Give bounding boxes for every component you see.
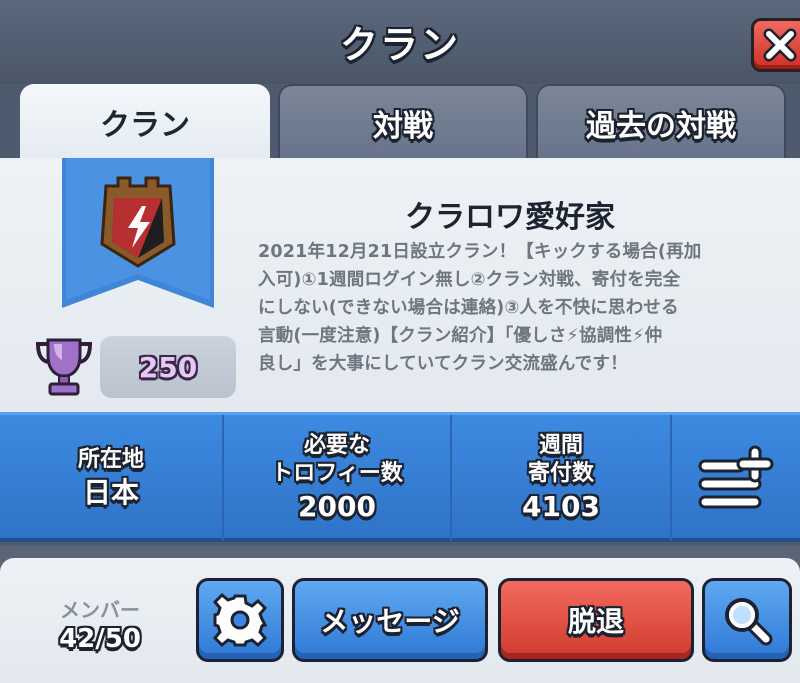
tab-battle[interactable]: 対戦 [278, 84, 528, 160]
settings-button[interactable] [196, 578, 284, 662]
tab-clan[interactable]: クラン [20, 84, 270, 160]
tab-battle-label: 対戦 [373, 109, 433, 144]
header-bar: クラン [0, 0, 800, 84]
message-button[interactable]: メッセージ [292, 578, 488, 662]
stat-location-label: 所在地 [77, 447, 144, 472]
page-title: クラン [339, 23, 460, 67]
members-count: 42/50 [59, 624, 141, 654]
search-button[interactable] [702, 578, 792, 662]
tab-past-battles[interactable]: 過去の対戦 [536, 84, 786, 160]
trophy-count-box: 250 [100, 336, 236, 398]
bottom-bar: メンバー 42/50 メッセージ 脱退 [0, 546, 800, 683]
stat-weekly-donations: 週間 寄付数 4103 [452, 415, 672, 541]
trophy-count: 250 [138, 350, 198, 384]
members-label: メンバー [60, 598, 140, 622]
gear-icon [212, 592, 268, 648]
stat-weekly-donations-label: 週間 寄付数 [527, 433, 594, 486]
close-icon [763, 28, 797, 62]
tab-past-battles-label: 過去の対戦 [586, 109, 736, 144]
stat-required-trophies-value: 2000 [298, 490, 376, 523]
stat-location-value: 日本 [82, 476, 139, 509]
clan-name: クラロワ愛好家 [405, 200, 615, 235]
close-button[interactable] [751, 18, 800, 72]
clan-badge-icon [62, 158, 214, 308]
stat-required-trophies-label: 必要な トロフィー数 [271, 433, 403, 486]
trophy-icon [35, 338, 93, 396]
add-list-icon [698, 445, 774, 509]
clan-description: 2021年12月21日設立クラン！【キックする場合(再加 入可)①1週間ログイン… [258, 242, 702, 374]
stat-required-trophies: 必要な トロフィー数 2000 [224, 415, 452, 541]
clan-stats-bar: 所在地 日本 必要な トロフィー数 2000 週間 寄付数 4103 [0, 412, 800, 542]
leave-clan-button-label: 脱退 [567, 605, 624, 638]
message-button-label: メッセージ [320, 605, 460, 638]
leave-clan-button[interactable]: 脱退 [498, 578, 694, 662]
clan-info-panel: クラロワ愛好家 2021年12月21日設立クラン！【キックする場合(再加 入可)… [0, 158, 800, 412]
tab-clan-label: クラン [100, 108, 190, 143]
more-info-button[interactable] [672, 415, 800, 541]
stat-location: 所在地 日本 [0, 415, 224, 541]
stat-weekly-donations-value: 4103 [522, 490, 600, 523]
search-icon [725, 598, 773, 646]
